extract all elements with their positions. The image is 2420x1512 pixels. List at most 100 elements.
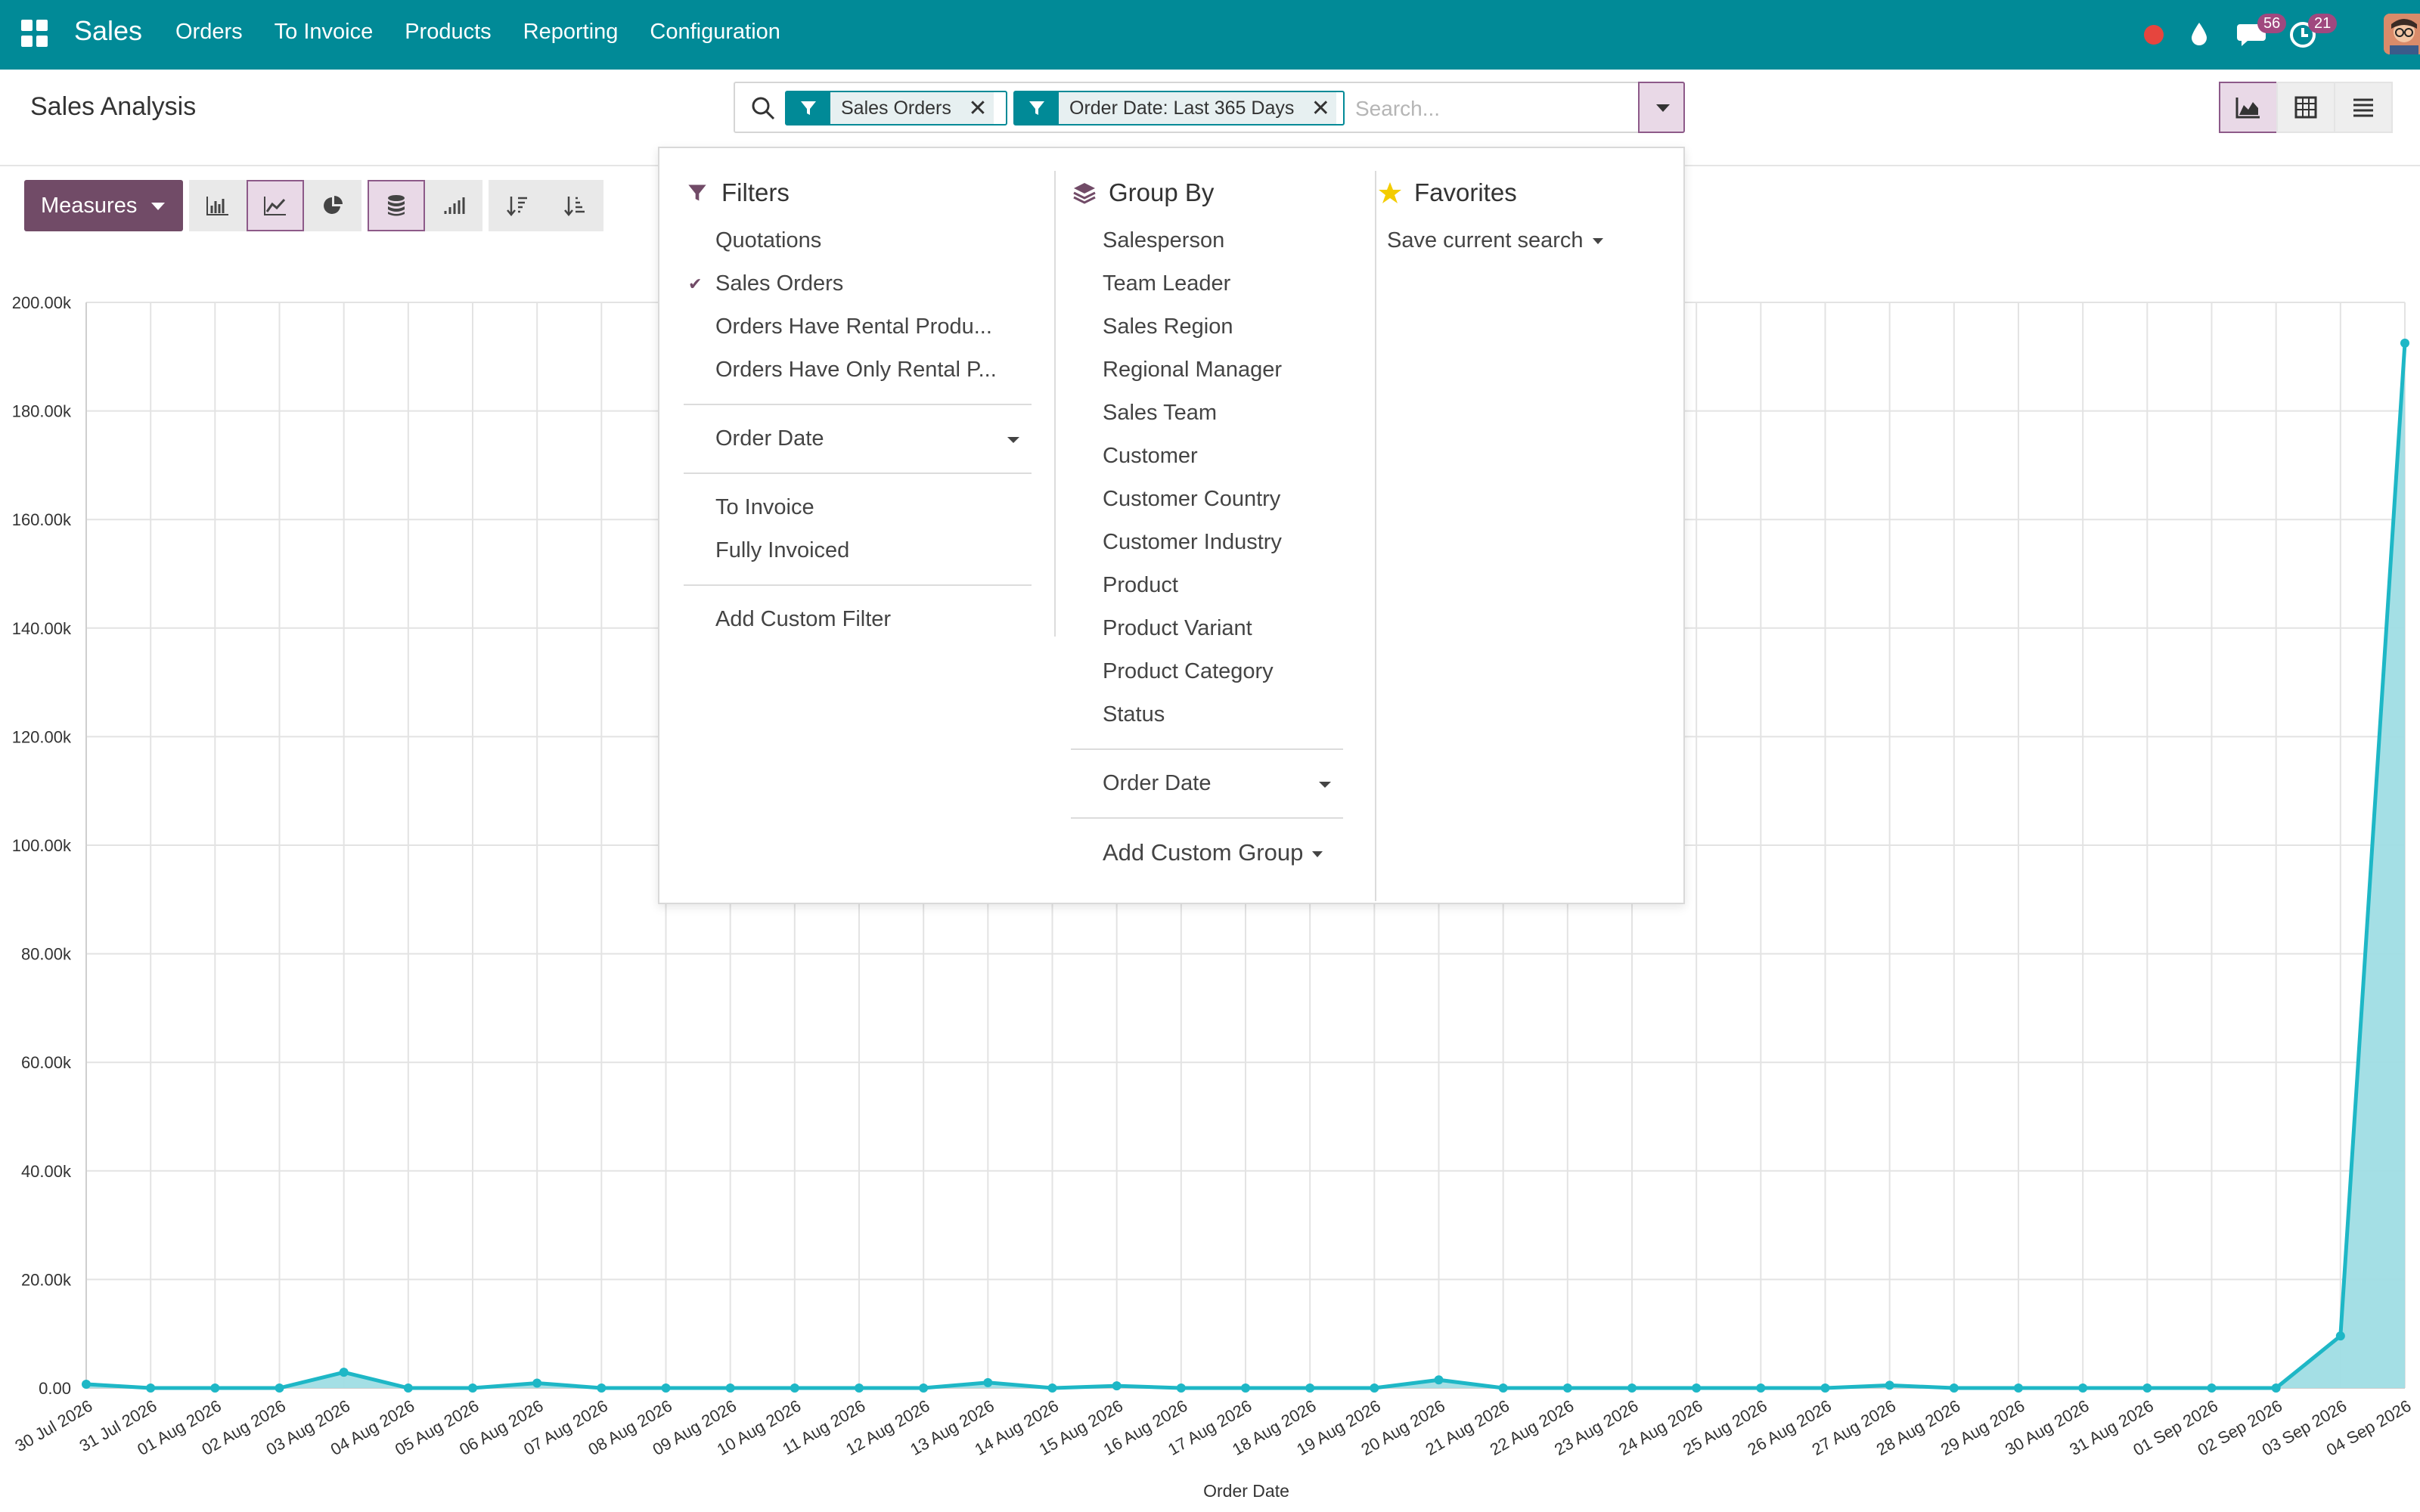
pivot-view-button[interactable] (2276, 82, 2335, 133)
groupby-customer[interactable]: Customer (1071, 435, 1343, 478)
app-brand[interactable]: Sales (74, 15, 142, 47)
status-dot-icon[interactable] (2144, 25, 2164, 45)
line-chart-button[interactable] (247, 180, 304, 231)
drop-icon[interactable] (2189, 21, 2209, 47)
facet-remove-icon[interactable]: ✕ (1305, 92, 1337, 124)
groupby-sales-region[interactable]: Sales Region (1071, 305, 1343, 349)
favorites-column: Favorites Save current search (1376, 174, 1664, 262)
add-custom-filter[interactable]: Add Custom Filter (684, 598, 1032, 641)
search-icon (752, 97, 775, 120)
cumulative-button[interactable] (425, 180, 482, 231)
data-point (2207, 1383, 2217, 1393)
groupby-sales-team[interactable]: Sales Team (1071, 392, 1343, 435)
pie-chart-icon (324, 196, 343, 214)
data-point (1949, 1383, 1959, 1393)
data-point (1627, 1383, 1637, 1393)
menu-reporting[interactable]: Reporting (523, 20, 619, 45)
data-point (1305, 1383, 1315, 1393)
data-point (1756, 1383, 1766, 1393)
stacked-button[interactable] (368, 180, 425, 231)
database-icon (388, 195, 405, 216)
groupby-product[interactable]: Product (1071, 564, 1343, 607)
user-avatar[interactable] (2384, 14, 2420, 54)
layers-icon (1071, 179, 1098, 206)
menu-configuration[interactable]: Configuration (650, 20, 780, 45)
filter-to-invoice[interactable]: To Invoice (684, 486, 1032, 529)
bar-chart-icon (206, 197, 228, 215)
y-tick-label: 120.00k (12, 727, 72, 746)
menu-products[interactable]: Products (405, 20, 491, 45)
filter-fully-invoiced[interactable]: Fully Invoiced (684, 529, 1032, 572)
y-tick-label: 200.00k (12, 293, 72, 312)
filter-rental-products[interactable]: Orders Have Rental Produ... (684, 305, 1032, 349)
groupby-salesperson[interactable]: Salesperson (1071, 219, 1343, 262)
sort-descending-button[interactable] (489, 180, 546, 231)
data-point (1692, 1383, 1702, 1393)
systray: 56 21 (2072, 0, 2420, 70)
data-point (1370, 1383, 1379, 1393)
facet-label: Sales Orders (830, 92, 962, 124)
data-point (2014, 1383, 2023, 1393)
groupby-team-leader[interactable]: Team Leader (1071, 262, 1343, 305)
menu-orders[interactable]: Orders (175, 20, 243, 45)
graph-view-button[interactable] (2219, 82, 2278, 133)
table-icon (2294, 96, 2317, 119)
data-point (146, 1383, 156, 1393)
add-custom-group-label: Add Custom Group (1103, 839, 1304, 866)
list-view-button[interactable] (2334, 82, 2393, 133)
top-navbar: Sales Orders To Invoice Products Reporti… (0, 0, 2420, 70)
column-divider (1054, 171, 1056, 637)
data-point (1498, 1383, 1508, 1393)
favorites-title: Favorites (1414, 178, 1517, 206)
data-point (468, 1383, 477, 1393)
apps-menu-icon[interactable] (21, 20, 48, 47)
save-current-search[interactable]: Save current search (1376, 219, 1664, 262)
divider (684, 404, 1032, 405)
groupby-product-variant[interactable]: Product Variant (1071, 607, 1343, 650)
save-current-search-label: Save current search (1387, 228, 1584, 253)
filter-quotations[interactable]: Quotations (684, 219, 1032, 262)
filter-icon (684, 179, 711, 206)
data-point (1885, 1380, 1894, 1390)
bar-chart-button[interactable] (189, 180, 247, 231)
data-point (2078, 1383, 2088, 1393)
groupby-status[interactable]: Status (1071, 693, 1343, 736)
groupby-column: Group By Salesperson Team Leader Sales R… (1071, 174, 1343, 874)
filter-order-date[interactable]: Order Date (684, 417, 1032, 460)
data-point (2335, 1331, 2345, 1341)
data-point (1241, 1383, 1250, 1393)
data-point (725, 1383, 735, 1393)
pie-chart-button[interactable] (304, 180, 361, 231)
groupby-product-category[interactable]: Product Category (1071, 650, 1343, 693)
facet-remove-icon[interactable]: ✕ (961, 92, 994, 124)
sort-ascending-button[interactable] (546, 180, 603, 231)
data-point (597, 1383, 607, 1393)
data-point (983, 1377, 993, 1387)
measures-button[interactable]: Measures (24, 180, 183, 231)
search-input[interactable] (1355, 94, 1627, 124)
groupby-regional-manager[interactable]: Regional Manager (1071, 349, 1343, 392)
y-tick-label: 140.00k (12, 619, 72, 638)
add-custom-group[interactable]: Add Custom Group (1071, 831, 1343, 874)
divider (1071, 817, 1343, 819)
y-tick-label: 40.00k (21, 1162, 72, 1181)
data-point (532, 1378, 542, 1388)
data-point (1434, 1375, 1444, 1385)
filter-sales-orders[interactable]: Sales Orders (684, 262, 1032, 305)
data-point (919, 1383, 929, 1393)
data-point (661, 1383, 671, 1393)
caret-down-icon (1592, 238, 1603, 245)
signal-bars-icon (444, 197, 465, 214)
divider (684, 472, 1032, 474)
groupby-title: Group By (1109, 178, 1215, 206)
search-options-toggle[interactable] (1638, 82, 1685, 133)
filter-icon (1015, 92, 1059, 124)
filter-only-rental[interactable]: Orders Have Only Rental P... (684, 349, 1032, 392)
groupby-customer-country[interactable]: Customer Country (1071, 478, 1343, 521)
groupby-order-date[interactable]: Order Date (1071, 762, 1343, 805)
menu-to-invoice[interactable]: To Invoice (275, 20, 374, 45)
filters-title: Filters (721, 178, 790, 206)
data-point (82, 1379, 91, 1389)
groupby-customer-industry[interactable]: Customer Industry (1071, 521, 1343, 564)
activities-badge: 21 (2308, 14, 2338, 33)
